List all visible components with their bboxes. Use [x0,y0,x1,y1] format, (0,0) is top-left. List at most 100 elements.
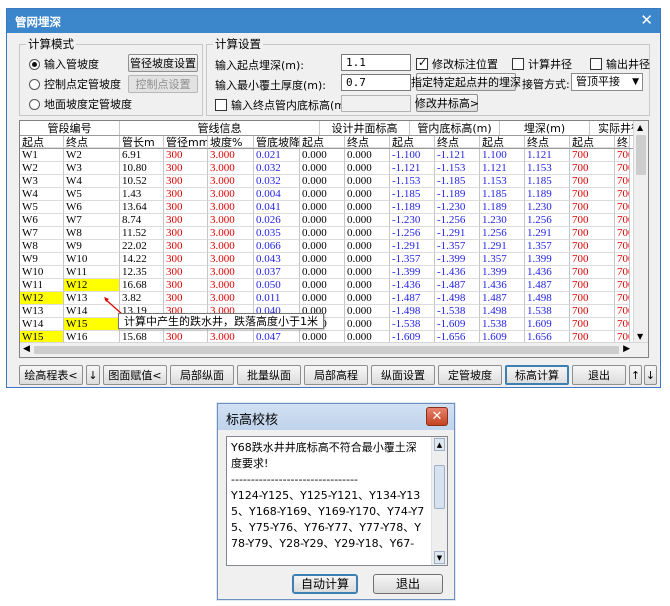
table-cell[interactable]: 700 [570,240,615,253]
table-cell[interactable]: 700 [570,175,615,188]
table-cell[interactable]: -1.291 [435,227,480,240]
grid-vertical-scrollbar[interactable]: ▲ ▼ [633,121,648,343]
table-cell[interactable]: 0.032 [254,162,300,175]
table-cell[interactable]: 3.000 [208,201,254,214]
table-cell[interactable]: 700 [570,305,615,318]
table-cell[interactable]: 700 [570,214,615,227]
table-cell[interactable]: 300 [164,149,208,162]
table-cell[interactable]: -1.189 [390,201,435,214]
scroll-up-icon[interactable]: ▲ [637,123,643,132]
table-cell[interactable]: 1.256 [525,214,570,227]
grid-horizontal-scrollbar[interactable]: ◀ ▶ [20,342,648,357]
table-cell[interactable]: -1.538 [390,318,435,331]
table-cell[interactable]: -1.399 [435,253,480,266]
table-cell[interactable]: 0.000 [300,240,345,253]
table-cell[interactable]: 1.291 [480,240,525,253]
table-cell[interactable]: 1.357 [480,253,525,266]
table-cell[interactable]: 1.256 [480,227,525,240]
dialog-message-box[interactable]: Y68跌水井井底标高不符合最小覆土深度要求! -----------------… [226,436,448,566]
scroll-up-icon[interactable]: ▲ [434,438,445,451]
scroll-down-icon[interactable]: ▼ [434,551,445,564]
table-cell[interactable]: 700 [570,279,615,292]
table-cell[interactable]: -1.121 [435,149,480,162]
table-cell[interactable]: 300 [164,162,208,175]
table-cell[interactable]: 0.050 [254,279,300,292]
table-cell[interactable]: -1.189 [435,188,480,201]
close-icon[interactable]: ✕ [640,11,653,29]
table-cell[interactable]: 0.000 [300,201,345,214]
table-cell[interactable]: 700 [615,305,630,318]
table-cell[interactable]: 0.066 [254,240,300,253]
table-cell[interactable]: 3.000 [208,149,254,162]
start-depth-input[interactable]: 1.1 [341,54,411,71]
table-cell[interactable]: 0.000 [300,175,345,188]
table-cell[interactable]: 700 [615,279,630,292]
table-cell[interactable]: -1.100 [390,149,435,162]
table-cell[interactable]: 1.609 [525,318,570,331]
table-cell[interactable]: -1.538 [435,305,480,318]
table-cell[interactable]: 300 [164,253,208,266]
table-cell[interactable]: 3.000 [208,188,254,201]
local-elevation-button[interactable]: 局部高程 [304,365,368,385]
table-cell[interactable]: -1.436 [435,266,480,279]
table-cell[interactable]: 0.000 [345,149,390,162]
modify-mark-position-checkbox[interactable]: 修改标注位置 [416,56,498,72]
table-cell[interactable]: 3.000 [208,279,254,292]
table-cell[interactable]: 300 [164,214,208,227]
table-cell[interactable]: 0.000 [345,240,390,253]
table-cell[interactable]: 0.000 [300,253,345,266]
table-cell[interactable]: 0.000 [345,279,390,292]
table-cell[interactable]: -1.256 [390,227,435,240]
table-cell[interactable]: 0.000 [345,266,390,279]
scroll-down-icon[interactable]: ▼ [637,332,643,341]
table-cell[interactable]: 1.399 [480,266,525,279]
table-cell[interactable]: -1.487 [390,292,435,305]
batch-profile-button[interactable]: 批量纵面 [237,365,301,385]
table-cell[interactable]: 1.153 [480,175,525,188]
table-cell[interactable]: 0.037 [254,266,300,279]
table-cell[interactable]: 300 [164,292,208,305]
table-cell[interactable]: 0.000 [345,292,390,305]
scroll-thumb[interactable] [636,135,646,175]
table-cell[interactable]: 0.000 [300,188,345,201]
table-cell[interactable]: 0.000 [345,188,390,201]
table-cell[interactable]: -1.230 [435,201,480,214]
table-cell[interactable]: 1.189 [480,201,525,214]
arrow-down-icon[interactable]: ↓ [644,365,657,385]
table-cell[interactable]: 300 [164,279,208,292]
table-cell[interactable]: 0.000 [345,227,390,240]
assign-to-drawing-button[interactable]: 图面赋值< [103,365,167,385]
scroll-thumb[interactable] [434,465,445,509]
table-cell[interactable]: 700 [570,201,615,214]
table-cell[interactable]: 1.436 [525,266,570,279]
set-pipe-slope-button[interactable]: 定管坡度 [438,365,502,385]
table-cell[interactable]: 0.026 [254,214,300,227]
table-cell[interactable]: 700 [615,175,630,188]
table-cell[interactable]: 1.100 [480,149,525,162]
table-cell[interactable]: 0.032 [254,175,300,188]
table-cell[interactable]: 3.000 [208,266,254,279]
table-cell[interactable]: 300 [164,240,208,253]
table-cell[interactable]: 700 [615,318,630,331]
table-cell[interactable]: 700 [615,162,630,175]
table-cell[interactable]: -1.357 [435,240,480,253]
min-cover-input[interactable]: 0.7 [341,74,411,91]
table-cell[interactable]: 0.043 [254,253,300,266]
table-cell[interactable]: 700 [570,266,615,279]
table-cell[interactable]: 0.000 [300,214,345,227]
table-cell[interactable]: -1.487 [435,279,480,292]
table-cell[interactable]: 0.000 [345,214,390,227]
dialog-scrollbar[interactable]: ▲ ▼ [431,437,447,565]
table-cell[interactable]: 1.357 [525,240,570,253]
table-cell[interactable]: 700 [570,149,615,162]
modify-well-elevation-button[interactable]: 修改井标高> [415,94,479,112]
table-cell[interactable]: 300 [164,227,208,240]
local-profile-button[interactable]: 局部纵面 [170,365,234,385]
table-cell[interactable]: 700 [615,188,630,201]
table-cell[interactable]: -1.256 [435,214,480,227]
output-well-diameter-checkbox[interactable]: 输出井径 [590,56,650,72]
table-cell[interactable]: 0.000 [345,175,390,188]
table-cell[interactable]: 1.498 [480,305,525,318]
table-cell[interactable]: 700 [615,149,630,162]
table-cell[interactable]: -1.185 [435,175,480,188]
